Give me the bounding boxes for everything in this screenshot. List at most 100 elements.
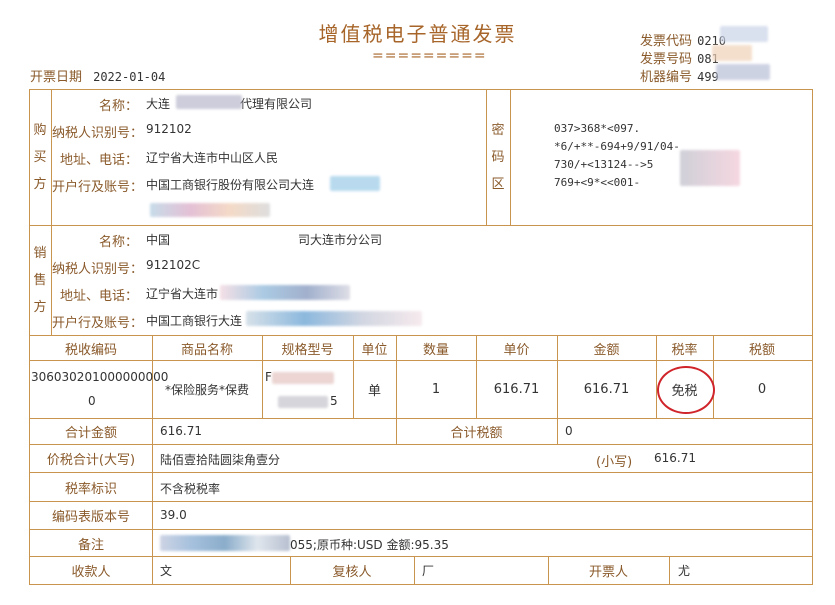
rate-mark-value: 不含税税率 xyxy=(160,482,221,496)
seller-address-value: 辽宁省大连市 xyxy=(146,287,219,301)
buyer-tax-id-label: 纳税人识别号： xyxy=(52,126,144,141)
seller-name-label: 名称： xyxy=(98,235,138,250)
divider xyxy=(510,89,511,225)
password-char: 区 xyxy=(491,177,505,192)
redaction-blur xyxy=(220,285,350,300)
tax-exempt-highlight-circle xyxy=(657,366,715,414)
grand-total-small-label: (小写) xyxy=(596,455,633,470)
header-unit: 单位 xyxy=(361,342,388,358)
buyer-name-label: 名称： xyxy=(98,99,138,114)
invoice-date-label: 开票日期 xyxy=(30,70,83,85)
divider xyxy=(29,225,812,226)
seller-name-prefix: 中国 xyxy=(146,233,171,247)
code-version-value: 39.0 xyxy=(160,508,187,522)
seller-bank-label: 开户行及账号： xyxy=(52,316,144,331)
buyer-address-label: 地址、电话： xyxy=(60,153,139,168)
header-amount: 金额 xyxy=(593,342,620,358)
seller-tax-id-value: 912102C xyxy=(146,258,201,272)
cipher-line: *6/+**-694+9/91/04- xyxy=(554,140,680,153)
grand-total-upper: 陆佰壹拾陆圆柒角壹分 xyxy=(160,453,281,467)
grand-total-label: 价税合计(大写) xyxy=(46,453,136,468)
redaction-blur xyxy=(160,535,290,551)
seller-bank-value: 中国工商银行大连 xyxy=(146,314,243,328)
header-unit-price: 单价 xyxy=(503,342,530,358)
seller-char: 售 xyxy=(33,273,47,288)
code-version-label: 编码表版本号 xyxy=(51,510,130,525)
redaction-blur xyxy=(246,311,422,326)
seller-tax-id-label: 纳税人识别号： xyxy=(52,262,144,277)
row-unit: 单 xyxy=(367,384,381,399)
grand-total-small-value: 616.71 xyxy=(654,451,696,465)
buyer-name-prefix: 大连 xyxy=(146,97,171,111)
row-spec-line1: F xyxy=(265,370,272,384)
header-tax: 税额 xyxy=(748,342,775,358)
buyer-char: 方 xyxy=(33,177,47,192)
password-char: 密 xyxy=(491,123,505,138)
redaction-blur xyxy=(278,396,328,408)
seller-name-suffix: 司大连市分公司 xyxy=(298,233,383,247)
seller-char: 方 xyxy=(33,300,47,315)
divider xyxy=(669,556,670,584)
redaction-blur xyxy=(176,95,242,109)
buyer-char: 购 xyxy=(33,123,47,138)
invoice-date-value: 2022-01-04 xyxy=(93,70,166,84)
divider xyxy=(152,556,153,584)
issuer-label: 开票人 xyxy=(588,564,628,580)
cipher-line: 037>368*<097. xyxy=(554,122,641,135)
payee-label: 收款人 xyxy=(71,564,111,580)
header-tax-rate: 税率 xyxy=(671,342,698,358)
divider xyxy=(152,418,153,556)
divider xyxy=(486,89,487,225)
machine-number: 机器编号 499 xyxy=(640,66,719,85)
header-quantity: 数量 xyxy=(422,342,449,358)
header-spec: 规格型号 xyxy=(281,342,334,358)
invoice-date: 开票日期 2022-01-04 xyxy=(30,66,165,85)
buyer-address-value: 辽宁省大连市中山区人民 xyxy=(146,151,279,165)
redaction-blur xyxy=(680,150,740,186)
total-amount-value: 616.71 xyxy=(160,424,202,438)
payee-value: 文 xyxy=(160,564,173,578)
redaction-blur xyxy=(720,26,768,42)
buyer-bank-value: 中国工商银行股份有限公司大连 xyxy=(146,178,315,192)
invoice-code-label: 发票代码 xyxy=(640,34,693,49)
total-tax-label: 合计税额 xyxy=(450,426,503,441)
row-unit-price: 616.71 xyxy=(493,382,540,397)
password-section-label: 密 码 区 xyxy=(491,117,505,198)
header-item-name: 商品名称 xyxy=(180,342,233,358)
seller-name-value: 中国 司大连市分公司 xyxy=(146,231,382,248)
invoice-number-label: 发票号码 xyxy=(640,52,693,67)
buyer-name-suffix: 代理有限公司 xyxy=(240,97,313,111)
rate-mark-label: 税率标识 xyxy=(64,481,117,497)
row-tax-code-line1: 306030201000000000 xyxy=(31,370,169,384)
password-char: 码 xyxy=(491,150,505,165)
redaction-blur xyxy=(716,64,770,80)
row-tax-code-line2: 0 xyxy=(88,394,96,408)
row-spec-line2: 5 xyxy=(330,394,338,408)
machine-number-label: 机器编号 xyxy=(640,70,693,85)
seller-section-label: 销 售 方 xyxy=(33,240,47,321)
header-tax-code: 税收编码 xyxy=(64,342,117,358)
buyer-section-label: 购 买 方 xyxy=(33,117,47,198)
invoice-number: 发票号码 081 xyxy=(640,48,719,67)
title-underline: ========= xyxy=(372,48,487,64)
remark-value: 055;原币种:USD 金额:95.35 xyxy=(290,538,449,552)
total-tax-value: 0 xyxy=(565,424,573,438)
row-tax: 0 xyxy=(757,382,767,397)
redaction-blur xyxy=(712,45,752,61)
redaction-blur xyxy=(272,372,334,384)
redaction-blur xyxy=(150,203,270,217)
issuer-value: 尤 xyxy=(678,564,691,578)
reviewer-value: 厂 xyxy=(422,564,435,578)
row-amount: 616.71 xyxy=(583,382,630,397)
seller-address-label: 地址、电话： xyxy=(60,289,139,304)
row-item-name: *保险服务*保费 xyxy=(164,383,249,397)
buyer-bank-label: 开户行及账号： xyxy=(52,180,144,195)
buyer-char: 买 xyxy=(33,150,47,165)
total-amount-label: 合计金额 xyxy=(64,426,117,441)
seller-char: 销 xyxy=(33,246,47,261)
redaction-blur xyxy=(330,176,380,191)
remark-label: 备注 xyxy=(77,537,104,553)
row-quantity: 1 xyxy=(431,382,441,397)
cipher-line: 730/+<13124-->5 xyxy=(554,158,654,171)
divider xyxy=(414,556,415,584)
